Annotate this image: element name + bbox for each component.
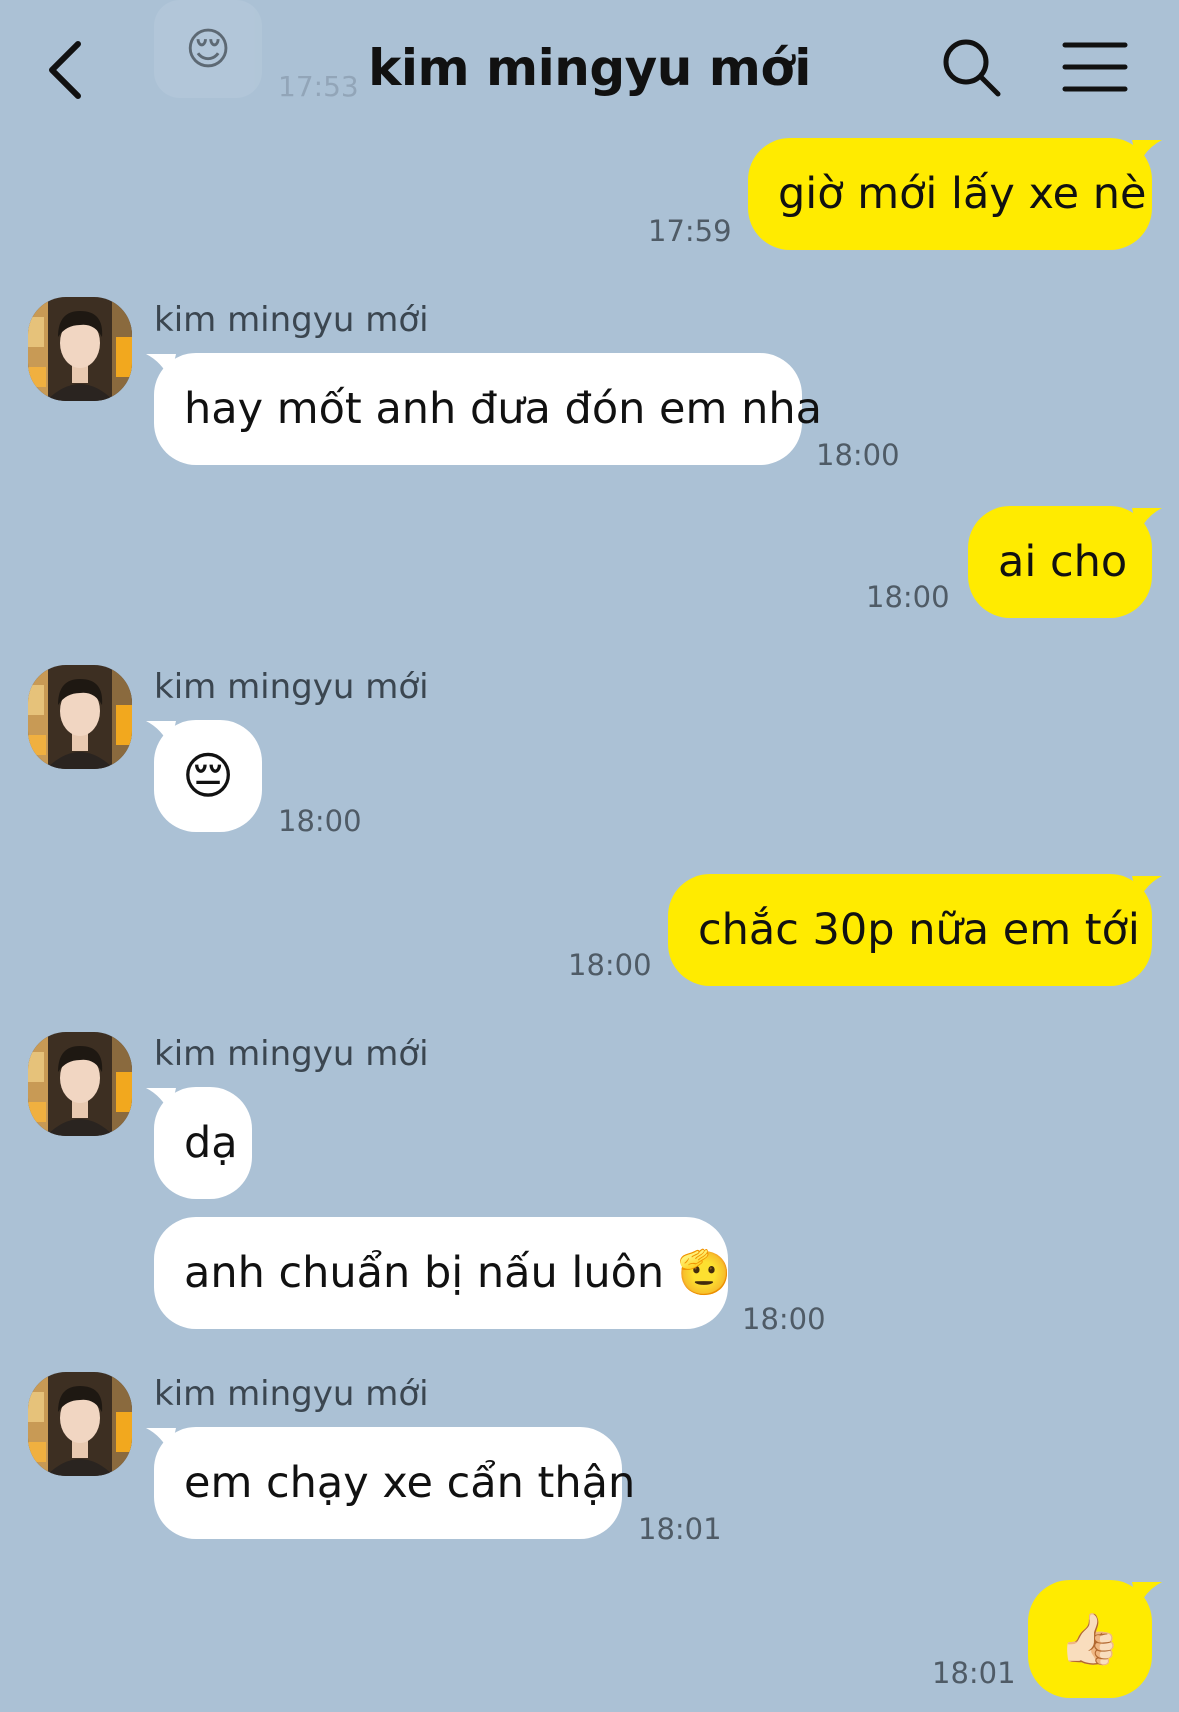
message-bubble-outgoing[interactable]: chắc 30p nữa em tới — [668, 874, 1152, 986]
message-time: 18:00 — [816, 438, 900, 472]
bubble-tail — [146, 1088, 176, 1114]
bubble-tail — [146, 354, 176, 380]
message-time: 18:01 — [932, 1656, 1016, 1690]
sender-name: kim mingyu mới — [154, 1034, 429, 1074]
bubble-tail — [1132, 508, 1162, 534]
search-icon — [943, 39, 1001, 97]
message-text: dạ — [184, 1118, 238, 1168]
avatar[interactable] — [28, 1032, 132, 1136]
bubble-tail — [1132, 876, 1162, 902]
sender-name: kim mingyu mới — [154, 300, 429, 340]
sender-name: kim mingyu mới — [154, 667, 429, 707]
message-text: chắc 30p nữa em tới — [698, 905, 1140, 955]
message-text: em chạy xe cẩn thận — [184, 1458, 636, 1508]
bubble-tail — [1132, 1582, 1162, 1608]
message-time: 18:00 — [742, 1302, 826, 1336]
hamburger-menu-icon — [1062, 42, 1128, 92]
avatar[interactable] — [28, 1372, 132, 1476]
search-button[interactable] — [940, 36, 1004, 100]
menu-button[interactable] — [1062, 40, 1128, 94]
message-time: 18:00 — [278, 804, 362, 838]
message-emoji: 😔 — [181, 747, 235, 805]
bubble-tail — [146, 1428, 176, 1454]
message-emoji: 👍🏻 — [1058, 1610, 1122, 1668]
avatar[interactable] — [28, 297, 132, 401]
message-time: 18:00 — [866, 580, 950, 614]
message-text: anh chuẩn bị nấu luôn 🫡 — [184, 1248, 732, 1298]
message-bubble-incoming[interactable]: em chạy xe cẩn thận — [154, 1427, 635, 1539]
bubble-tail — [1132, 140, 1162, 166]
bubble-tail — [146, 721, 176, 747]
message-time: 18:00 — [568, 948, 652, 982]
message-time: 18:01 — [638, 1512, 722, 1546]
message-bubble-outgoing[interactable]: ai cho — [968, 506, 1152, 618]
message-time: 17:59 — [648, 214, 732, 248]
avatar[interactable] — [28, 665, 132, 769]
message-bubble-outgoing[interactable]: giờ mới lấy xe nè — [748, 138, 1152, 250]
message-text: ai cho — [998, 537, 1128, 587]
message-bubble-incoming[interactable]: hay mốt anh đưa đón em nha — [154, 353, 822, 465]
message-text: hay mốt anh đưa đón em nha — [184, 384, 822, 434]
sender-name: kim mingyu mới — [154, 1374, 429, 1414]
message-text: giờ mới lấy xe nè — [778, 169, 1147, 219]
message-bubble-incoming[interactable]: anh chuẩn bị nấu luôn 🫡 — [154, 1217, 732, 1329]
